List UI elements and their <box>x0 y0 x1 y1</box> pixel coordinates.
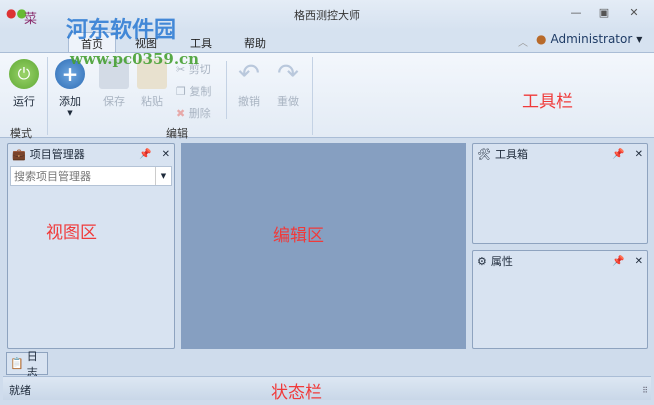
panel-title: 项目管理器 <box>29 148 85 161</box>
project-manager-panel: 💼 项目管理器 📌 ✕ ▼ 视图区 <box>7 143 175 349</box>
chevron-down-icon: ▼ <box>636 34 643 44</box>
delete-label: 删除 <box>188 107 211 120</box>
copy-icon: ❐ <box>176 85 186 98</box>
close-icon[interactable]: ✕ <box>162 149 170 160</box>
project-search-input[interactable] <box>11 167 155 185</box>
tab-help[interactable]: 帮助 <box>232 32 278 52</box>
user-menu[interactable]: ● Administrator ▼ <box>536 32 642 46</box>
add-label: 添加 <box>59 95 81 108</box>
copy-label: 复制 <box>189 85 212 98</box>
user-name: Administrator <box>550 32 633 46</box>
resize-grip-icon[interactable]: ⠿ <box>642 386 648 395</box>
gear-icon: ⚙ <box>477 254 487 268</box>
minimize-button[interactable]: — <box>566 6 586 22</box>
collapse-ribbon-icon[interactable]: ︿ <box>518 34 528 49</box>
annotation-toolbar: 工具栏 <box>522 92 573 112</box>
tab-tools[interactable]: 工具 <box>178 32 224 52</box>
watermark-url: www.pc0359.cn <box>70 50 200 68</box>
delete-button[interactable]: ✖ 删除 <box>176 105 211 121</box>
pin-icon[interactable]: 📌 <box>612 256 624 267</box>
group-divider <box>312 57 313 135</box>
toolbox-panel: 🛠 工具箱 📌 ✕ <box>472 143 648 244</box>
clipboard-icon: 📋 <box>10 357 24 370</box>
redo-icon: ↷ <box>277 59 299 89</box>
power-icon: ⏻ <box>9 59 39 89</box>
close-icon[interactable]: ✕ <box>635 256 643 267</box>
tab-log[interactable]: 📋 日志 <box>6 350 48 379</box>
run-label: 运行 <box>13 95 35 108</box>
panel-header: 🛠 工具箱 📌 ✕ <box>473 144 647 164</box>
panel-title: 工具箱 <box>494 148 528 161</box>
annotation-editor: 编辑区 <box>273 226 324 246</box>
log-label: 日志 <box>26 349 38 379</box>
close-button[interactable]: ✕ <box>624 6 644 22</box>
group-divider <box>47 57 48 135</box>
properties-panel: ⚙ 属性 📌 ✕ <box>472 250 648 349</box>
status-bar: 就绪 状态栏 ⠿ <box>3 376 651 403</box>
save-label: 保存 <box>103 95 125 108</box>
divider <box>226 61 227 119</box>
status-text: 就绪 <box>9 384 31 397</box>
close-icon[interactable]: ✕ <box>635 149 643 160</box>
project-search[interactable]: ▼ <box>10 166 172 186</box>
maximize-button[interactable]: ▣ <box>594 6 614 22</box>
chevron-down-icon[interactable]: ▼ <box>155 167 171 185</box>
undo-icon: ↶ <box>238 59 260 89</box>
pin-icon[interactable]: 📌 <box>612 149 624 160</box>
watermark-name: 河东软件园 <box>66 17 177 43</box>
undo-button[interactable]: ↶ 撤销 <box>231 59 267 109</box>
group-label-mode: 模式 <box>10 127 32 140</box>
pin-icon[interactable]: 📌 <box>139 149 151 160</box>
redo-label: 重做 <box>277 95 299 108</box>
undo-label: 撤销 <box>238 95 260 108</box>
delete-icon: ✖ <box>176 107 186 120</box>
run-button[interactable]: ⏻ 运行 <box>6 59 42 109</box>
group-label-edit: 编辑 <box>166 127 188 140</box>
panel-header: 💼 项目管理器 📌 ✕ <box>8 144 174 164</box>
editor-area[interactable]: 编辑区 <box>181 143 466 349</box>
panel-title: 属性 <box>490 255 513 268</box>
copy-button[interactable]: ❐ 复制 <box>176 83 211 99</box>
panel-header: ⚙ 属性 📌 ✕ <box>473 251 647 271</box>
annotation-statusbar: 状态栏 <box>271 383 322 403</box>
user-icon: ● <box>536 32 547 46</box>
briefcase-icon: 💼 <box>12 147 26 161</box>
annotation-view: 视图区 <box>46 223 97 243</box>
chevron-down-icon: ▼ <box>67 109 73 117</box>
redo-button[interactable]: ↷ 重做 <box>270 59 306 109</box>
tools-icon: 🛠 <box>477 147 491 161</box>
paste-label: 粘贴 <box>141 95 163 108</box>
